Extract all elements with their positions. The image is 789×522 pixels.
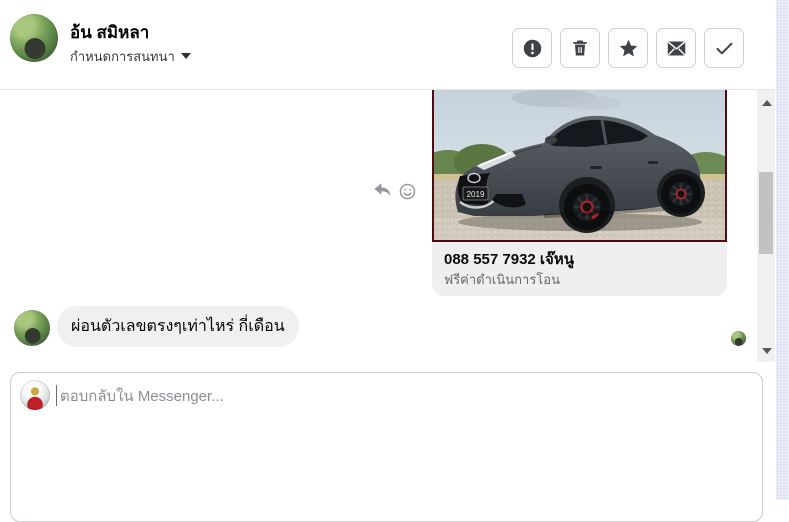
emoji-smile-icon[interactable] <box>399 183 416 205</box>
page-edge-scroll-strip[interactable] <box>776 0 789 500</box>
svg-text:2019: 2019 <box>467 190 485 199</box>
chevron-down-icon <box>180 53 191 59</box>
conversation-schedule-label: กำหนดการสนทนา <box>70 48 175 64</box>
seen-indicator-avatar <box>731 331 746 346</box>
scroll-up-arrow-icon[interactable] <box>762 100 772 106</box>
scroll-down-arrow-icon[interactable] <box>762 348 772 354</box>
envelope-icon <box>666 38 687 59</box>
car-photo-illustration: 2019 <box>434 90 725 240</box>
chat-scrollbar-thumb[interactable] <box>759 172 773 254</box>
contact-avatar[interactable] <box>10 14 58 62</box>
plate-badge: 2019 <box>462 186 489 201</box>
delete-button[interactable] <box>560 28 600 68</box>
message-sender-avatar[interactable] <box>14 310 50 346</box>
page-profile-avatar <box>20 380 50 410</box>
front-wheel <box>564 184 610 230</box>
conversation-schedule-dropdown[interactable]: กำหนดการสนทนา <box>70 48 191 64</box>
text-caret <box>56 385 57 406</box>
conversation-header: อ้น สมิหลา กำหนดการสนทนา <box>0 0 776 90</box>
contact-name: อ้น สมิหลา <box>70 23 150 42</box>
mark-unread-button[interactable] <box>656 28 696 68</box>
header-action-buttons <box>512 28 744 68</box>
report-button[interactable] <box>512 28 552 68</box>
star-icon <box>618 38 639 59</box>
rear-wheel <box>661 174 701 214</box>
attachment-caption-card[interactable]: 088 557 7932 เจ๊หนู ฟรีค่าดำเนินการโอน <box>432 242 727 296</box>
attachment-subtitle: ฟรีค่าดำเนินการโอน <box>444 272 560 287</box>
reply-placeholder[interactable]: ตอบกลับใน Messenger... <box>60 386 224 407</box>
attachment-photo[interactable]: 2019 <box>432 90 727 242</box>
reply-icon[interactable] <box>373 182 392 204</box>
mark-done-button[interactable] <box>704 28 744 68</box>
incoming-message-bubble[interactable]: ผ่อนตัวเลขตรงๆเท่าไหร่ กี่เดือน <box>57 306 299 347</box>
attachment-title: 088 557 7932 เจ๊หนู <box>444 251 574 268</box>
exclamation-circle-icon <box>522 38 543 59</box>
check-icon <box>714 38 735 59</box>
star-button[interactable] <box>608 28 648 68</box>
trash-icon <box>570 38 590 58</box>
